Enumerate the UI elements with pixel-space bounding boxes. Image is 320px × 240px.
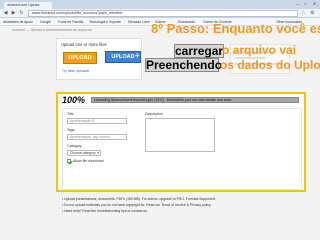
- bookmark-item[interactable]: Fotos de Família: [58, 19, 83, 25]
- url-input[interactable]: www.4shared.com/upload/file_success?path…: [28, 10, 298, 17]
- reload-icon[interactable]: ↻: [18, 10, 25, 17]
- annotation-line-3: os dados do Upload: [220, 58, 320, 72]
- upload-notes: • Upload presentations, documents, PDFs …: [56, 195, 306, 219]
- upload-details-form: Title Apresentação 8 Description Tags Ap…: [62, 108, 302, 190]
- upload-title: Upload one or more files: [61, 42, 107, 47]
- description-textarea[interactable]: [145, 118, 215, 152]
- category-value: Choose category: [70, 151, 96, 155]
- title-label: Title: [67, 112, 74, 116]
- progress-status-text: Uploading 8passoInserirSuporte.pptx (33%…: [94, 98, 232, 102]
- forward-icon[interactable]: ▶: [10, 10, 17, 17]
- browser-tab[interactable]: 4shared.com Upload: [4, 2, 52, 9]
- highlight-word-preenchendo: Preenchendo: [145, 58, 223, 72]
- category-select[interactable]: Choose category ▾: [67, 150, 101, 156]
- note-line: • Do not upload materials you do not hav…: [62, 203, 212, 207]
- bookmark-item[interactable]: Mercado Livre: [128, 19, 149, 25]
- browser-window: 4shared.com Upload — □ ✕ ◀ ▶ ↻ www.4shar…: [0, 0, 320, 240]
- minimize-button[interactable]: —: [294, 1, 301, 6]
- chevron-down-icon: ▾: [97, 151, 99, 155]
- maximize-button[interactable]: □: [302, 1, 309, 6]
- address-bar: ◀ ▶ ↻ www.4shared.com/upload/file_succes…: [0, 9, 320, 18]
- bookmark-star-icon[interactable]: ☆: [301, 10, 305, 16]
- bookmark-item[interactable]: Atividades de Apoio: [3, 19, 33, 25]
- progress-bar: Uploading 8passoInserirSuporte.pptx (33%…: [91, 97, 299, 103]
- other-uploader-link[interactable]: Try other uploader: [62, 69, 90, 73]
- note-line: • Upload presentations, documents, PDFs …: [62, 197, 216, 201]
- highlight-word-carregar: carregar: [174, 44, 224, 58]
- title-input[interactable]: Apresentação 8: [67, 118, 127, 124]
- step-title: 8º Passo: Enquanto você espera: [151, 21, 320, 36]
- description-label: Description: [145, 112, 163, 116]
- back-icon[interactable]: ◀: [2, 10, 9, 17]
- close-button[interactable]: ✕: [311, 1, 318, 6]
- progress-percent: 100%: [62, 95, 86, 105]
- upload-details-frame: 100% Uploading 8passoInserirSuporte.pptx…: [56, 92, 306, 192]
- allow-download-checkbox[interactable]: [67, 159, 71, 163]
- note-line: • Need help? Read the troubleshooting ti…: [62, 209, 148, 213]
- tags-label: Tags: [67, 128, 75, 132]
- allow-download-label: Allow file download: [73, 159, 104, 163]
- category-label: Category: [67, 144, 82, 148]
- tags-input[interactable]: Apresentação, tag, tutorial: [67, 134, 127, 140]
- tab-bar: 4shared.com Upload — □ ✕: [0, 0, 320, 9]
- annotation-line-2: o arquivo vai: [222, 43, 297, 57]
- upload-button[interactable]: UPLOAD: [63, 52, 97, 64]
- wrench-icon[interactable]: ⚙: [310, 10, 314, 16]
- upload-progress: 100% Uploading 8passoInserirSuporte.pptx…: [62, 95, 300, 105]
- plus-icon: +: [135, 51, 140, 60]
- bookmark-item[interactable]: Tecnologia e Suporte: [89, 19, 121, 25]
- bookmark-item[interactable]: Google: [40, 19, 51, 25]
